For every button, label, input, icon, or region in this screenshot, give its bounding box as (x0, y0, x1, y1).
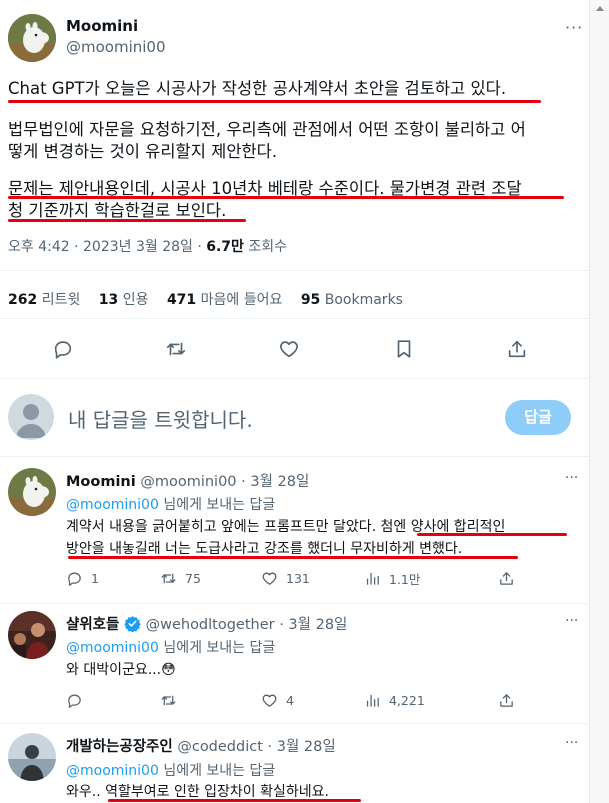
reply-author-handle[interactable]: @moomini00 (140, 474, 236, 490)
reply-tweet[interactable]: 개발하는공장주인 @codeddict · 3월 28일 ··· @moomin… (0, 723, 589, 803)
tweet-page: Moomini @moomini00 ··· Chat GPT가 오늘은 시공사… (0, 0, 589, 803)
heart-icon[interactable] (278, 338, 300, 360)
more-options-icon[interactable]: ··· (565, 735, 578, 751)
likes-stat[interactable]: 471 마음에 들어요 (167, 292, 282, 308)
reply-text-line-2: 방안을 내놓길래 너는 도급사라고 강조를 했더니 무자비하게 변했다. (66, 541, 463, 557)
reply-like-action[interactable]: 131 (261, 569, 310, 587)
divider (0, 270, 589, 271)
tweet-timestamp[interactable]: 오후 4:42 · 2023년 3월 28일 · 6.7만 조회수 (8, 236, 287, 256)
views-count: 6.7만 (206, 239, 244, 255)
retweet-icon (161, 695, 176, 705)
highlight-underline (108, 799, 361, 802)
replying-to: @moomini00 님에게 보내는 답글 (66, 763, 276, 779)
highlight-underline (417, 533, 567, 536)
reply-views-action[interactable]: 1.1만 (364, 569, 420, 587)
highlight-underline (8, 196, 564, 199)
reply-author-handle[interactable]: @codeddict (177, 739, 263, 755)
tweet-text-line-2: 법무법인에 자문을 요청하기전, 우리측에 관점에서 어떤 조항이 불리하고 어 (8, 120, 526, 139)
verified-badge-icon (124, 615, 141, 636)
share-icon (500, 571, 513, 585)
reply-author-name[interactable]: 개발하는공장주인 (66, 739, 173, 755)
reply-date[interactable]: · 3월 28일 (275, 617, 347, 633)
reply-reply-action[interactable]: 1 (66, 569, 99, 587)
share-icon[interactable] (506, 338, 528, 360)
share-icon (500, 693, 513, 707)
bookmark-icon[interactable] (393, 338, 415, 360)
reply-mention[interactable]: @moomini00 (66, 640, 159, 656)
reply-mention[interactable]: @moomini00 (66, 497, 159, 513)
user-avatar[interactable] (8, 394, 54, 440)
tweet-action-bar (0, 338, 589, 360)
more-options-icon[interactable]: ··· (565, 470, 578, 486)
heart-icon (262, 694, 277, 707)
vertical-scrollbar[interactable] (589, 0, 609, 803)
highlight-underline (8, 219, 246, 222)
reply-author-avatar[interactable] (8, 733, 56, 781)
reply-action-bar: 4 4,221 (66, 691, 586, 709)
retweets-stat[interactable]: 262 리트윗 (8, 292, 80, 308)
author-avatar[interactable] (8, 14, 56, 62)
reply-author-name[interactable]: 샬위호들 (66, 617, 119, 633)
author-name[interactable]: Moomini (66, 17, 138, 35)
photo-avatar-image (8, 733, 56, 781)
reply-author-avatar[interactable] (8, 468, 56, 516)
reply-tweet[interactable]: Moomini @moomini00 · 3월 28일 ··· @moomini… (0, 456, 589, 604)
reply-retweet-action[interactable]: 75 (160, 569, 201, 587)
scroll-up-icon[interactable] (596, 6, 604, 11)
reply-retweet-action[interactable] (160, 691, 185, 709)
tweet-text-line-3: 떻게 변경하는 것이 유리할지 제안한다. (8, 142, 278, 161)
retweet-icon (161, 573, 176, 583)
reply-button[interactable]: 답글 (505, 400, 571, 435)
replying-to: @moomini00 님에게 보내는 답글 (66, 640, 276, 656)
replying-to: @moomini00 님에게 보내는 답글 (66, 497, 276, 513)
reply-date[interactable]: · 3월 28일 (237, 474, 309, 490)
reply-views-action[interactable]: 4,221 (364, 691, 425, 709)
reply-author-handle[interactable]: @wehodltogether (146, 617, 275, 633)
default-avatar-icon (16, 404, 46, 438)
quotes-stat[interactable]: 13 인용 (99, 292, 149, 308)
retweet-icon[interactable] (165, 338, 187, 360)
moomin-avatar-image (8, 14, 56, 62)
reply-input[interactable]: 내 답글을 트윗합니다. (68, 404, 253, 433)
reply-date[interactable]: · 3월 28일 (263, 739, 336, 755)
views-icon (366, 572, 379, 585)
divider (0, 378, 589, 379)
reply-header: Moomini @moomini00 · 3월 28일 (66, 470, 309, 491)
more-options-icon[interactable]: ··· (565, 613, 578, 629)
photo-avatar-image (8, 611, 56, 659)
reply-author-avatar[interactable] (8, 611, 56, 659)
author-handle[interactable]: @moomini00 (66, 38, 166, 56)
reply-author-name[interactable]: Moomini (66, 474, 136, 490)
reply-compose: 내 답글을 트윗합니다. 답글 (0, 380, 589, 450)
reply-icon[interactable] (52, 338, 74, 360)
highlight-underline (8, 100, 541, 103)
reply-text-line-1: 와우.. 역할부여로 인한 입장차이 확실하네요. (66, 784, 329, 800)
reply-header: 샬위호들 @wehodltogether · 3월 28일 (66, 613, 347, 636)
reply-reply-action[interactable] (66, 691, 91, 709)
heart-icon (262, 572, 277, 585)
reply-mention[interactable]: @moomini00 (66, 763, 159, 779)
reply-text-line-1: 와 대박이군요...😳 (66, 662, 176, 678)
tweet-text-line-1: Chat GPT가 오늘은 시공사가 작성한 공사계약서 초안을 검토하고 있다… (8, 79, 507, 98)
views-label: 조회수 (243, 239, 288, 255)
moomin-avatar-image (8, 468, 56, 516)
views-icon (366, 694, 379, 707)
divider (0, 318, 589, 319)
reply-tweet[interactable]: 샬위호들 @wehodltogether · 3월 28일 ··· @moomi… (0, 603, 589, 723)
reply-share-action[interactable] (498, 691, 515, 709)
reply-icon (68, 694, 81, 708)
reply-share-action[interactable] (498, 569, 515, 587)
reply-action-bar: 1 75 131 1.1만 (66, 569, 586, 587)
tweet-stats: 262 리트윗 13 인용 471 마음에 들어요 95 Bookmarks (8, 289, 403, 309)
tweet-time[interactable]: 오후 4:42 · 2023년 3월 28일 · (8, 239, 206, 255)
reply-icon (68, 572, 81, 586)
highlight-underline (68, 556, 518, 559)
more-options-icon[interactable]: ··· (565, 18, 583, 37)
reply-like-action[interactable]: 4 (261, 691, 294, 709)
reply-header: 개발하는공장주인 @codeddict · 3월 28일 (66, 735, 336, 756)
bookmarks-stat[interactable]: 95 Bookmarks (301, 292, 403, 308)
